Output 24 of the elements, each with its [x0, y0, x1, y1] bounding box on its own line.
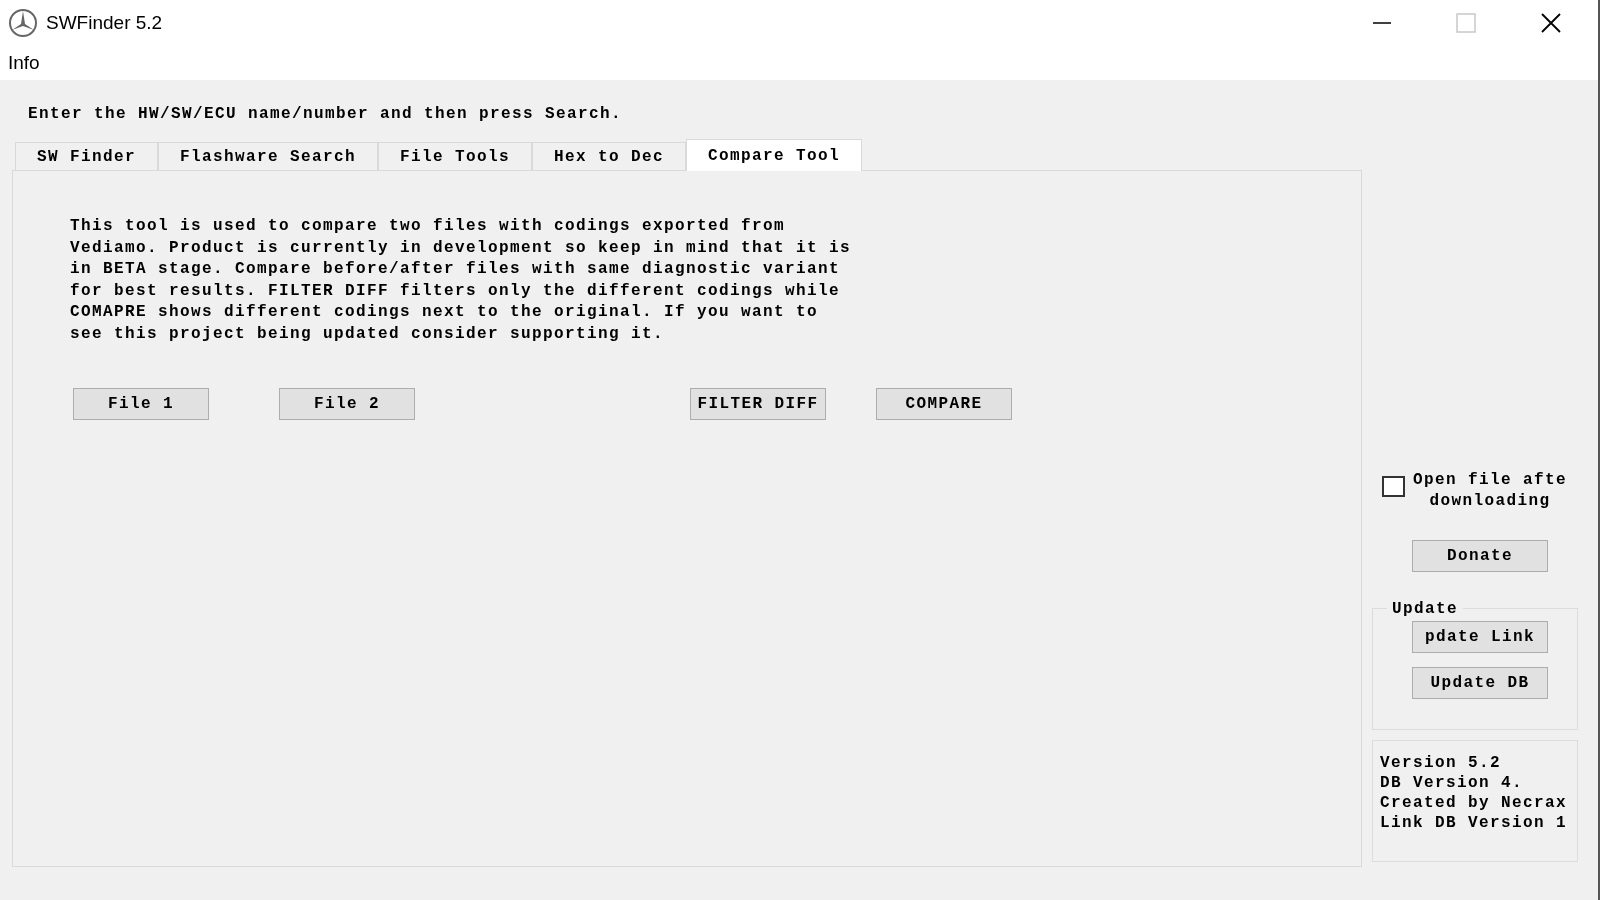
logo-icon — [8, 8, 38, 38]
update-button[interactable]: Update DB — [1412, 667, 1548, 699]
instruction-text: Enter the HW/SW/ECU name/number and then press Search. — [28, 104, 624, 125]
checkbox-label: Open file afte downloading — [1413, 470, 1568, 512]
tab[interactable]: Hex to Dec — [532, 142, 687, 170]
close-icon[interactable] — [1540, 12, 1562, 34]
tab[interactable]: SW Finder — [15, 142, 158, 170]
description-text: This tool is used to compare two files with codings exported from Vediamo. Product is currently in development so keep in mind that it is in BETA stage. Compare before/after files with same diagnostic variant for best results. FILTER DIFF filters only the different codings while COMAPRE shows different codings next to the original. If you want to see this project being updated consider supporting it. — [70, 216, 853, 345]
window-title: SWFinder 5.2 — [46, 10, 163, 35]
version-text: Created by Necrax — [1380, 793, 1569, 813]
tab[interactable]: Flashware Search — [158, 142, 379, 170]
checkbox[interactable] — [1382, 476, 1405, 497]
donate-button[interactable]: Donate — [1412, 540, 1548, 572]
tool-button[interactable]: FILTER DIFF — [690, 388, 826, 420]
version-text: Link DB Version 1 — [1380, 813, 1569, 833]
tab[interactable]: Compare Tool — [686, 139, 863, 171]
update-button[interactable]: pdate Link — [1412, 621, 1548, 653]
version-text: Version 5.2 — [1380, 753, 1503, 773]
tool-button[interactable]: File 1 — [73, 388, 209, 420]
menu-item[interactable]: Info — [7, 48, 41, 78]
version-text: DB Version 4. — [1380, 773, 1525, 793]
tab[interactable]: File Tools — [378, 142, 533, 170]
tool-button[interactable]: COMPARE — [876, 388, 1012, 420]
tool-button[interactable]: File 2 — [279, 388, 415, 420]
